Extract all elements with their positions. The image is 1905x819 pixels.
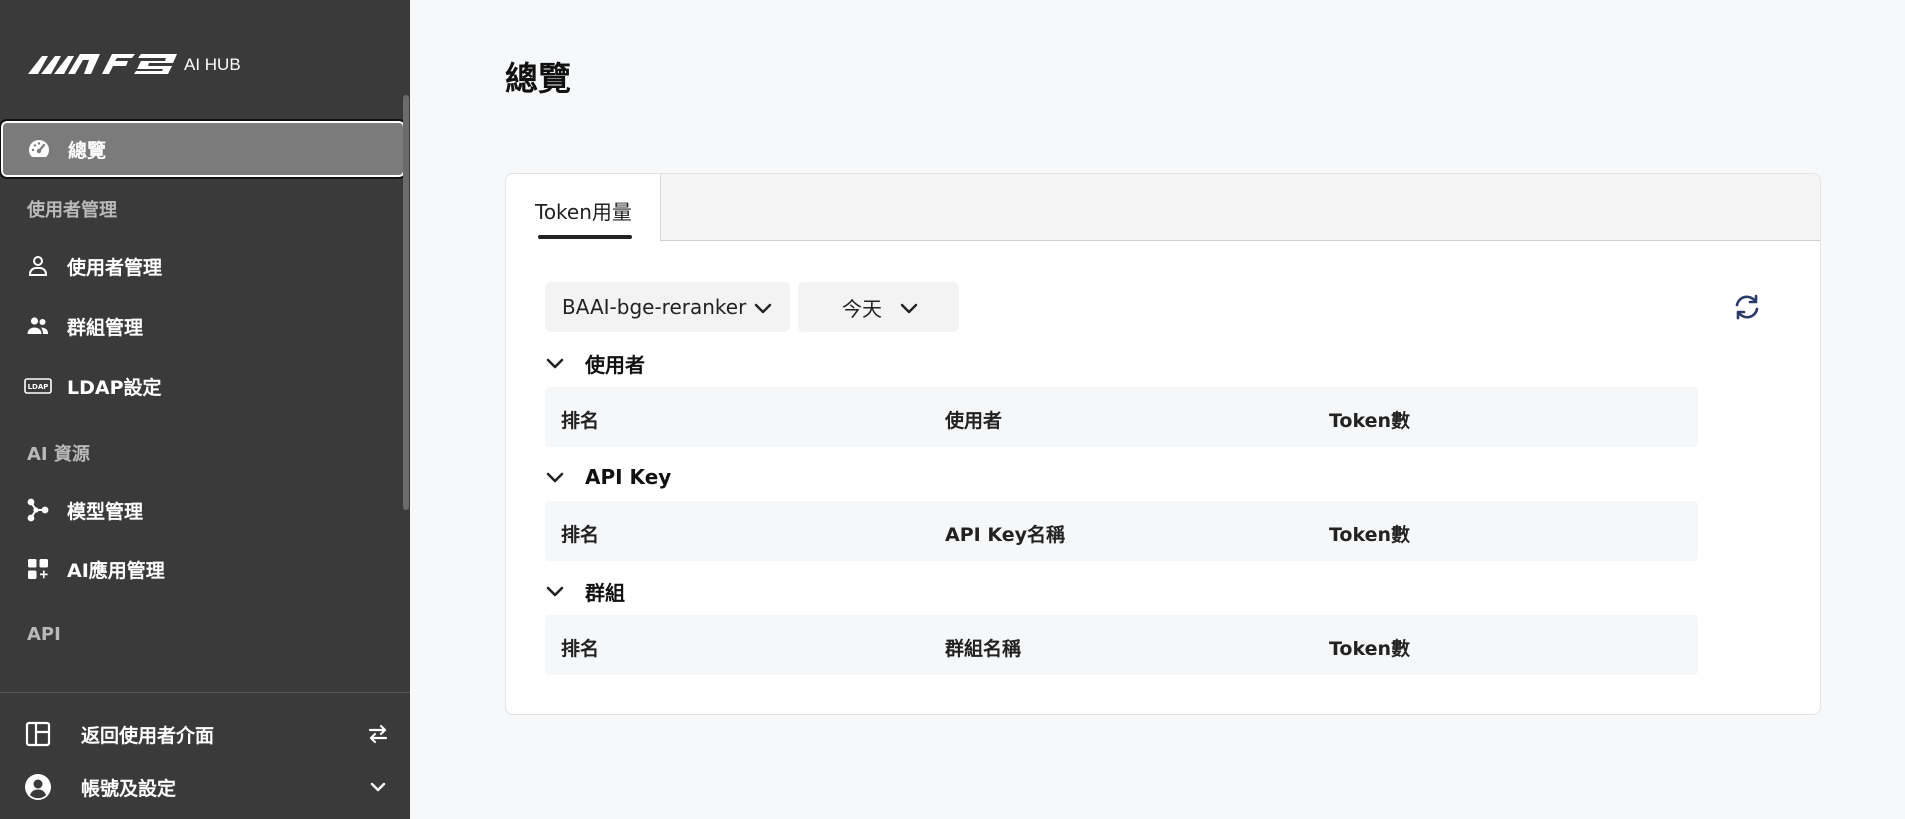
chevron-down-icon	[365, 774, 391, 800]
sidebar-item-label: AI應用管理	[67, 559, 165, 582]
logo-subtitle: AI HUB	[184, 55, 241, 74]
page-title: 總覽	[505, 59, 571, 98]
section-title: 使用者	[585, 352, 645, 377]
tab-active-indicator	[538, 235, 632, 239]
afs-logo-icon	[28, 52, 178, 76]
sidebar-item-users[interactable]: 使用者管理	[0, 238, 406, 294]
layout-panel-icon	[24, 720, 52, 748]
sidebar-item-ldap[interactable]: LDAP LDAP設定	[0, 358, 406, 414]
chevron-down-icon	[899, 298, 919, 318]
column-header-api-key-name: API Key名稱	[945, 524, 1065, 546]
svg-text:LDAP: LDAP	[28, 383, 49, 391]
chevron-down-icon	[753, 298, 773, 318]
groups-table-header: 排名 群組名稱 Token數	[545, 615, 1698, 675]
back-to-user-ui-label: 返回使用者介面	[81, 724, 215, 747]
column-header-rank: 排名	[561, 410, 600, 432]
column-header-rank: 排名	[561, 638, 600, 660]
section-title-ai-resources: AI 資源	[27, 444, 90, 465]
model-select[interactable]: BAAI-bge-reranker	[545, 282, 790, 332]
date-range-value: 今天	[842, 296, 882, 321]
date-range-select[interactable]: 今天	[798, 282, 959, 332]
chevron-down-icon	[544, 466, 566, 488]
tab-label: Token用量	[535, 200, 632, 224]
section-groups-toggle[interactable]: 群組	[544, 576, 625, 606]
section-api-key-toggle[interactable]: API Key	[544, 462, 671, 492]
chevron-down-icon	[544, 580, 566, 602]
user-icon	[26, 254, 50, 278]
model-network-icon	[26, 498, 50, 522]
users-icon	[26, 314, 50, 338]
token-usage-card: Token用量 BAAI-bge-reranker 今天 使用者 排名 使用者 …	[505, 173, 1821, 715]
swap-arrows-icon	[365, 721, 391, 747]
sidebar-item-label: LDAP設定	[67, 376, 162, 399]
sidebar-item-models[interactable]: 模型管理	[0, 482, 406, 538]
app-logo[interactable]: AI HUB	[28, 46, 241, 76]
sidebar-bottom: 返回使用者介面 帳號及設定	[0, 692, 410, 800]
api-key-table-header: 排名 API Key名稱 Token數	[545, 501, 1698, 561]
column-header-group-name: 群組名稱	[945, 638, 1022, 660]
account-avatar-icon	[24, 773, 52, 801]
column-header-tokens: Token數	[1329, 638, 1411, 660]
sidebar-item-label: 群組管理	[67, 316, 144, 339]
section-title-user-mgmt: 使用者管理	[27, 200, 117, 221]
users-table-header: 排名 使用者 Token數	[545, 387, 1698, 447]
section-users-toggle[interactable]: 使用者	[544, 348, 645, 378]
sidebar-item-ai-apps[interactable]: AI應用管理	[0, 541, 406, 597]
refresh-button[interactable]	[1732, 294, 1762, 324]
sidebar-item-overview[interactable]: 總覽	[0, 119, 407, 179]
column-header-tokens: Token數	[1329, 410, 1411, 432]
speedometer-icon	[27, 137, 51, 161]
sidebar: AI HUB 總覽 使用者管理 使用者管理 群組管理 LDAP LDAP設定 A…	[0, 0, 410, 819]
tab-bar: Token用量	[506, 174, 1820, 242]
ldap-icon: LDAP	[24, 374, 52, 398]
column-header-user: 使用者	[945, 410, 1003, 432]
apps-add-icon	[26, 557, 50, 581]
sidebar-item-label: 使用者管理	[67, 256, 163, 279]
section-title-api: API	[27, 624, 61, 645]
model-select-value: BAAI-bge-reranker	[562, 295, 747, 319]
sidebar-item-groups[interactable]: 群組管理	[0, 298, 406, 354]
column-header-tokens: Token數	[1329, 524, 1411, 546]
column-header-rank: 排名	[561, 524, 600, 546]
refresh-icon	[1732, 292, 1762, 326]
chevron-down-icon	[544, 352, 566, 374]
tab-token-usage[interactable]: Token用量	[506, 174, 661, 242]
account-settings-label: 帳號及設定	[81, 777, 177, 800]
sidebar-scrollbar[interactable]	[403, 95, 409, 510]
back-to-user-ui-button[interactable]: 返回使用者介面	[0, 709, 410, 759]
section-title: API Key	[585, 465, 672, 489]
account-settings-button[interactable]: 帳號及設定	[0, 762, 410, 812]
section-title: 群組	[585, 580, 625, 605]
sidebar-item-label: 總覽	[68, 139, 107, 162]
sidebar-item-label: 模型管理	[67, 500, 144, 523]
